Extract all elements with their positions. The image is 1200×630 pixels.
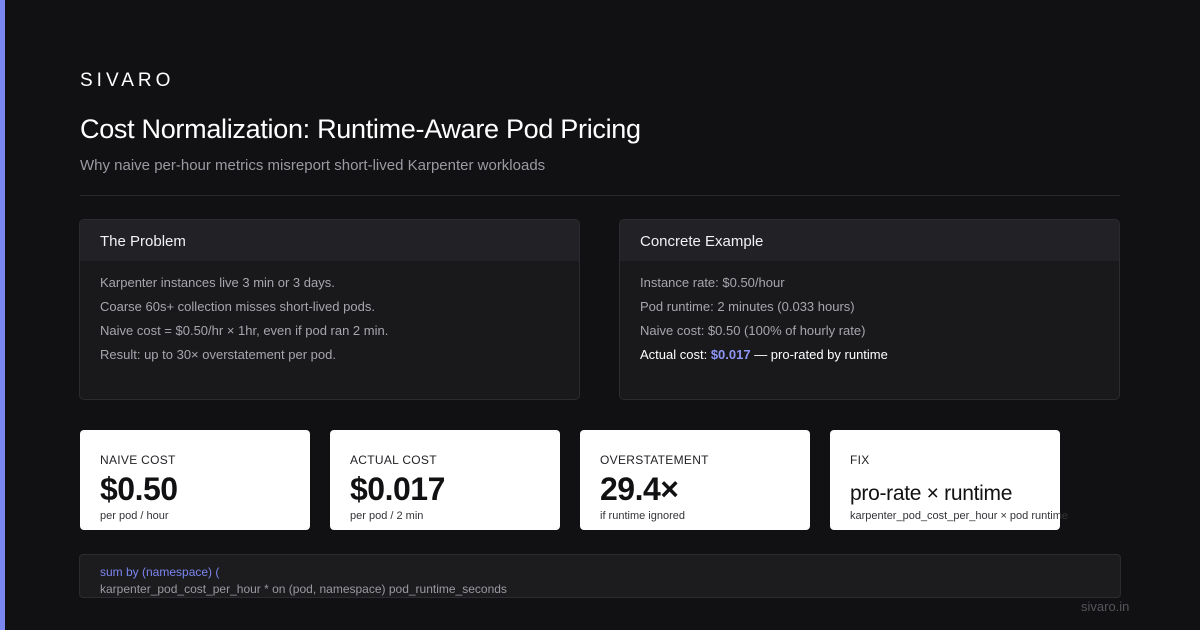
example-line: Naive cost: $0.50 (100% of hourly rate): [640, 323, 866, 338]
problem-panel: The Problem Karpenter instances live 3 m…: [79, 219, 580, 400]
stat-label: ACTUAL COST: [350, 453, 437, 467]
stat-caption: per pod / hour: [100, 510, 169, 522]
stat-label: NAIVE COST: [100, 453, 176, 467]
actual-cost-card: ACTUAL COST $0.017 per pod / 2 min: [330, 430, 560, 530]
stat-caption: if runtime ignored: [600, 510, 685, 522]
brand-logo: SIVARO: [80, 70, 175, 91]
problem-line: Naive cost = $0.50/hr × 1hr, even if pod…: [100, 323, 389, 338]
example-heading: Concrete Example: [620, 220, 1119, 261]
problem-heading: The Problem: [80, 220, 579, 261]
actual-cost-value: $0.017: [710, 347, 751, 362]
actual-cost-prefix: Actual cost:: [640, 347, 711, 362]
page-title: Cost Normalization: Runtime-Aware Pod Pr…: [80, 114, 641, 144]
stat-value: pro-rate × runtime: [850, 482, 1013, 505]
example-line: Instance rate: $0.50/hour: [640, 275, 785, 290]
naive-cost-card: NAIVE COST $0.50 per pod / hour: [80, 430, 310, 530]
divider: [80, 195, 1120, 196]
stat-value: $0.017: [350, 471, 445, 507]
stat-caption: per pod / 2 min: [350, 510, 424, 522]
stat-value: 29.4×: [600, 471, 679, 507]
fix-card: FIX pro-rate × runtime karpenter_pod_cos…: [830, 430, 1068, 530]
code-line: sum by (namespace) (: [100, 565, 220, 579]
stat-value: $0.50: [100, 471, 178, 507]
stat-label: OVERSTATEMENT: [600, 453, 709, 467]
actual-cost-line: Actual cost: $0.017 — pro-rated by runti…: [640, 343, 1099, 367]
page-subtitle: Why naive per-hour metrics misreport sho…: [80, 157, 546, 174]
footer-url: sivaro.in: [1081, 599, 1130, 614]
problem-line: Result: up to 30× overstatement per pod.: [100, 347, 336, 362]
code-line: karpenter_pod_cost_per_hour * on (pod, n…: [100, 582, 507, 596]
stat-label: FIX: [850, 453, 870, 467]
problem-line: Coarse 60s+ collection misses short-live…: [100, 299, 375, 314]
actual-cost-suffix: — pro-rated by runtime: [750, 347, 888, 362]
accent-bar: [0, 0, 5, 630]
promql-code-block: sum by (namespace) ( karpenter_pod_cost_…: [79, 554, 1121, 598]
overstatement-card: OVERSTATEMENT 29.4× if runtime ignored: [580, 430, 810, 530]
example-line: Pod runtime: 2 minutes (0.033 hours): [640, 299, 855, 314]
example-panel: Concrete Example Instance rate: $0.50/ho…: [619, 219, 1120, 400]
problem-line: Karpenter instances live 3 min or 3 days…: [100, 275, 335, 290]
stat-caption: karpenter_pod_cost_per_hour × pod runtim…: [850, 510, 1069, 522]
